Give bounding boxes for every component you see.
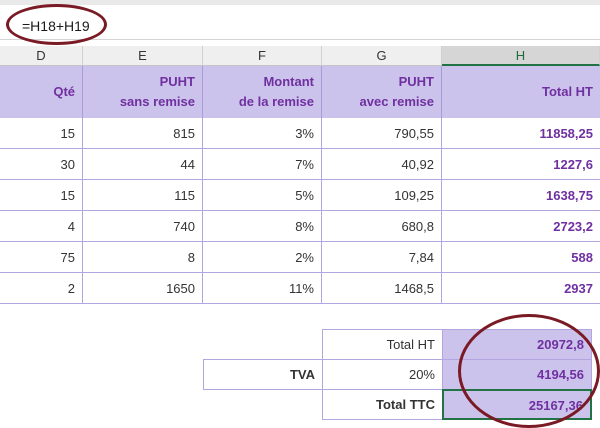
cell-remise[interactable]: 3% — [203, 118, 322, 149]
total-ht-label[interactable]: Total HT — [322, 329, 443, 360]
cell-total-ht[interactable]: 588 — [442, 242, 600, 273]
cell-total-ht[interactable]: 2723,2 — [442, 211, 600, 242]
cell-puht-avec-remise[interactable]: 7,84 — [322, 242, 442, 273]
column-header-f[interactable]: F — [203, 46, 322, 66]
cell-puht-avec-remise[interactable]: 790,55 — [322, 118, 442, 149]
cell-puht-sans-remise[interactable]: 115 — [83, 180, 203, 211]
cell-puht-sans-remise[interactable]: 740 — [83, 211, 203, 242]
header-qty[interactable]: Qté — [0, 66, 83, 118]
cell-qty[interactable]: 15 — [0, 180, 83, 211]
formula-bar[interactable]: =H18+H19 — [0, 5, 600, 40]
column-header-d[interactable]: D — [0, 46, 83, 66]
cell-total-ht[interactable]: 11858,25 — [442, 118, 600, 149]
cell-remise[interactable]: 11% — [203, 273, 322, 304]
cell-remise[interactable]: 5% — [203, 180, 322, 211]
cell-puht-avec-remise[interactable]: 1468,5 — [322, 273, 442, 304]
header-montant-remise[interactable]: Montant de la remise — [203, 66, 322, 118]
cell-total-ht[interactable]: 2937 — [442, 273, 600, 304]
cell-total-ht[interactable]: 1227,6 — [442, 149, 600, 180]
cell-puht-sans-remise[interactable]: 1650 — [83, 273, 203, 304]
cell-qty[interactable]: 15 — [0, 118, 83, 149]
cell-qty[interactable]: 30 — [0, 149, 83, 180]
cell-remise[interactable]: 8% — [203, 211, 322, 242]
header-puht-avec-remise[interactable]: PUHT avec remise — [322, 66, 442, 118]
cell-puht-sans-remise[interactable]: 44 — [83, 149, 203, 180]
cell-remise[interactable]: 7% — [203, 149, 322, 180]
cell-total-ht[interactable]: 1638,75 — [442, 180, 600, 211]
column-header-h[interactable]: H — [442, 46, 600, 66]
total-ttc-label[interactable]: Total TTC — [322, 389, 443, 420]
cell-qty[interactable]: 2 — [0, 273, 83, 304]
cell-puht-avec-remise[interactable]: 40,92 — [322, 149, 442, 180]
column-header-e[interactable]: E — [83, 46, 203, 66]
tva-rate[interactable]: 20% — [322, 359, 443, 390]
cell-puht-avec-remise[interactable]: 109,25 — [322, 180, 442, 211]
cell-remise[interactable]: 2% — [203, 242, 322, 273]
cell-qty[interactable]: 75 — [0, 242, 83, 273]
header-total-ht[interactable]: Total HT — [442, 66, 600, 118]
cell-qty[interactable]: 4 — [0, 211, 83, 242]
cell-puht-sans-remise[interactable]: 815 — [83, 118, 203, 149]
cell-puht-avec-remise[interactable]: 680,8 — [322, 211, 442, 242]
formula-text[interactable]: =H18+H19 — [22, 18, 90, 34]
total-ttc-value-selected[interactable]: 25167,36 — [442, 389, 592, 420]
column-header-g[interactable]: G — [322, 46, 442, 66]
header-puht-sans-remise[interactable]: PUHT sans remise — [83, 66, 203, 118]
tva-label[interactable]: TVA — [203, 359, 323, 390]
total-ht-value[interactable]: 20972,8 — [442, 329, 592, 360]
cell-puht-sans-remise[interactable]: 8 — [83, 242, 203, 273]
tva-value[interactable]: 4194,56 — [442, 359, 592, 390]
